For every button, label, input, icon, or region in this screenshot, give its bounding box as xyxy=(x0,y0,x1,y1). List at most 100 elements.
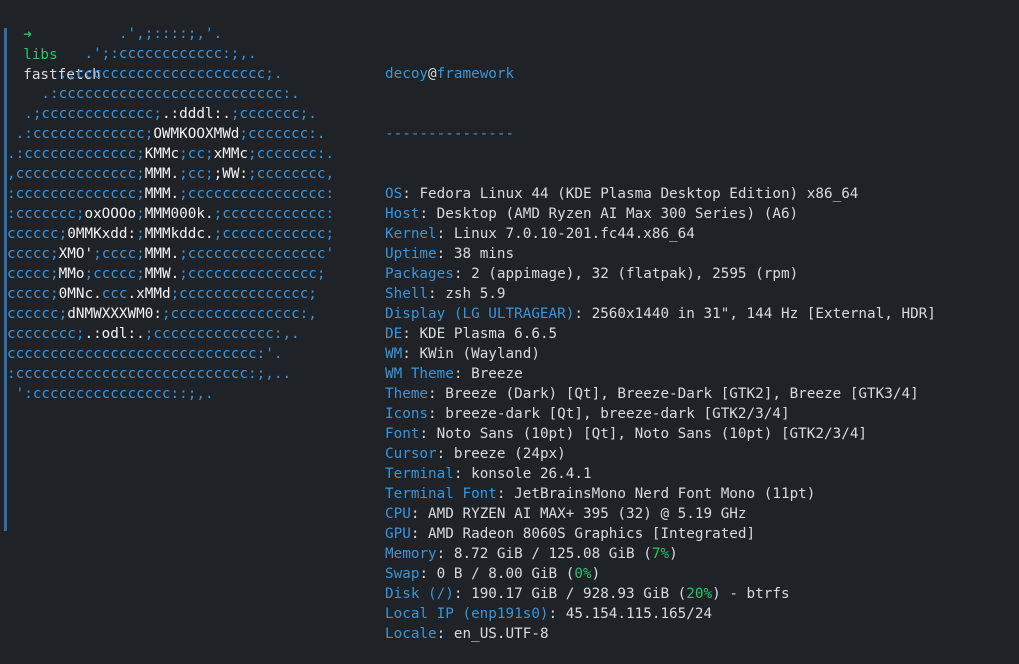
info-key: WM xyxy=(385,346,403,362)
logo-segment: ;ccccccc:. xyxy=(239,126,326,142)
logo-line: .:ccccccccccccc;KMMc;cc;xMMc;ccccccc:. xyxy=(7,144,334,164)
logo-segment: :cccccccccccccc; xyxy=(7,186,145,202)
logo-segment: MMo xyxy=(58,266,85,282)
info-colon: : xyxy=(402,346,420,362)
logo-segment: .',;::::;,'. xyxy=(7,26,223,42)
logo-segment: cccccc; xyxy=(7,306,68,322)
logo-line: .:cccccccccccccccccccccccccc:. xyxy=(7,84,334,104)
logo-segment: ;cc; xyxy=(179,166,214,182)
info-user: decoy xyxy=(385,66,429,82)
logo-line: ccccc;MMo;ccccc;MMW.;ccccccccccccccc; xyxy=(7,264,334,284)
info-colon: : xyxy=(419,426,437,442)
info-colon: : xyxy=(428,386,446,402)
info-key: Terminal Font xyxy=(385,486,497,502)
logo-line: cccccc;dNMWXXXWM0:;ccccccccccccccc:, xyxy=(7,304,334,324)
system-info-panel: decoy@framework --------------- OS: Fedo… xyxy=(385,24,936,664)
info-colon: : xyxy=(453,586,472,602)
info-row: Font: Noto Sans (10pt) [Qt], Noto Sans (… xyxy=(385,424,936,444)
info-row: Memory: 8.72 GiB / 125.08 GiB (7%) xyxy=(385,544,936,564)
logo-line: cccccccc;.:odl:.;cccccccccccccc:,. xyxy=(7,324,334,344)
logo-segment: XMO' xyxy=(58,246,94,262)
logo-segment: ,cccccccccccccc; xyxy=(7,166,145,182)
info-percent: 0% xyxy=(574,566,592,582)
logo-segment: ;ccccc; xyxy=(84,266,145,282)
info-colon: : xyxy=(436,246,454,262)
info-value: ) xyxy=(669,546,678,562)
logo-segment: dNMWXXXWM0: xyxy=(67,306,162,322)
info-value: 2 (appimage), 32 (flatpak), 2595 (rpm) xyxy=(471,266,799,282)
info-key: Host xyxy=(385,206,420,222)
info-value: konsole 26.4.1 xyxy=(471,466,592,482)
info-colon: : xyxy=(402,326,420,342)
info-value: 2560x1440 in 31", 144 Hz [External, HDR] xyxy=(591,306,936,322)
info-row: Terminal Font: JetBrainsMono Nerd Font M… xyxy=(385,484,936,504)
info-row: Swap: 0 B / 8.00 GiB (0%) xyxy=(385,564,936,584)
info-key: GPU xyxy=(385,526,411,542)
logo-line: :cccccccccccccc;MMM.;cccccccccccccccc: xyxy=(7,184,334,204)
info-colon: : xyxy=(548,606,566,622)
info-row: Terminal: konsole 26.4.1 xyxy=(385,464,936,484)
info-value: breeze (24px) xyxy=(453,446,566,462)
info-key: OS xyxy=(385,186,403,202)
logo-line: .';:cccccccccccc:;,. xyxy=(7,44,334,64)
logo-line: .;cccccccccccccccccccccc;. xyxy=(7,64,334,84)
logo-segment: ; xyxy=(136,226,145,242)
info-value: 190.17 GiB / 928.93 GiB ( xyxy=(471,586,687,602)
info-colon: : xyxy=(436,226,454,242)
info-row: Disk (/): 190.17 GiB / 928.93 GiB (20%) … xyxy=(385,584,936,604)
info-percent: 7% xyxy=(651,546,670,562)
info-colon: : xyxy=(402,186,420,202)
logo-segment: 0MMKxdd: xyxy=(67,226,137,242)
info-row: Icons: breeze-dark [Qt], breeze-dark [GT… xyxy=(385,404,936,424)
info-value: Linux 7.0.10-201.fc44.x86_64 xyxy=(453,226,695,242)
info-key: Cursor xyxy=(385,446,437,462)
info-separator: --------------- xyxy=(385,126,515,142)
logo-segment: ':cccccccccccccccc::;,. xyxy=(7,386,214,402)
info-value: Fedora Linux 44 (KDE Plasma Desktop Edit… xyxy=(419,186,859,202)
logo-segment: ccccc; xyxy=(7,266,59,282)
logo-segment: :ccccccccccccccccccccccccccc:;,.. xyxy=(7,366,292,382)
info-key: Locale xyxy=(385,626,437,642)
info-value: ) - btrfs xyxy=(712,586,790,602)
info-colon: : xyxy=(410,506,429,522)
logo-segment: :ccccccc; xyxy=(7,206,85,222)
logo-segment: 0MNc. xyxy=(58,286,102,302)
info-colon: : xyxy=(436,446,454,462)
info-key: Terminal xyxy=(385,466,454,482)
logo-segment: .:ccccccccccccc; xyxy=(7,146,145,162)
logo-segment: ;cccccccccccccccc: xyxy=(179,186,335,202)
info-key: Packages xyxy=(385,266,454,282)
logo-line: cccccc;0MMKxdd:;MMMkddc.;cccccccccccc; xyxy=(7,224,334,244)
logo-line: :ccccccc;oxOOOo;MMM000k.;cccccccccccc: xyxy=(7,204,334,224)
info-colon: : xyxy=(496,486,515,502)
logo-segment: .:cccccccccccccccccccccccccc:. xyxy=(7,86,300,102)
info-value: 8.72 GiB / 125.08 GiB ( xyxy=(453,546,652,562)
info-value: 38 mins xyxy=(453,246,515,262)
info-value: ) xyxy=(591,566,601,582)
info-colon: : xyxy=(428,406,446,422)
logo-segment: MMW. xyxy=(144,266,180,282)
fedora-ascii-logo: .',;::::;,'. .';:cccccccccccc:;,. .;cccc… xyxy=(7,24,334,404)
logo-segment: ;ccccccccccccccc:, xyxy=(161,306,317,322)
info-value: 0 B / 8.00 GiB ( xyxy=(436,566,575,582)
logo-segment: ;cccccccccccc; xyxy=(213,226,335,242)
logo-segment: .;cccccccccccccccccccccc;. xyxy=(7,66,283,82)
logo-segment: .:odl:. xyxy=(84,326,145,342)
info-row: Display (LG ULTRAGEAR): 2560x1440 in 31"… xyxy=(385,304,936,324)
info-value: AMD RYZEN AI MAX+ 395 (32) @ 5.19 GHz xyxy=(428,506,747,522)
info-key: Font xyxy=(385,426,420,442)
info-colon: : xyxy=(436,626,454,642)
info-header: decoy@framework xyxy=(385,64,936,84)
info-value: KWin (Wayland) xyxy=(419,346,540,362)
info-value: en_US.UTF-8 xyxy=(453,626,549,642)
logo-line: :ccccccccccccccccccccccccccc:;,.. xyxy=(7,364,334,384)
logo-segment: .;ccccccccccccc; xyxy=(7,106,162,122)
logo-segment: ;ccccccccccccccc; xyxy=(179,266,326,282)
info-row: Theme: Breeze (Dark) [Qt], Breeze-Dark [… xyxy=(385,384,936,404)
logo-segment: .xMMd xyxy=(127,286,171,302)
info-key: DE xyxy=(385,326,403,342)
shell-prompt: ➜ libs fastfetch xyxy=(6,5,100,83)
logo-segment: ccccc; xyxy=(7,246,59,262)
info-key: WM Theme xyxy=(385,366,454,382)
logo-segment: ; xyxy=(136,206,145,222)
